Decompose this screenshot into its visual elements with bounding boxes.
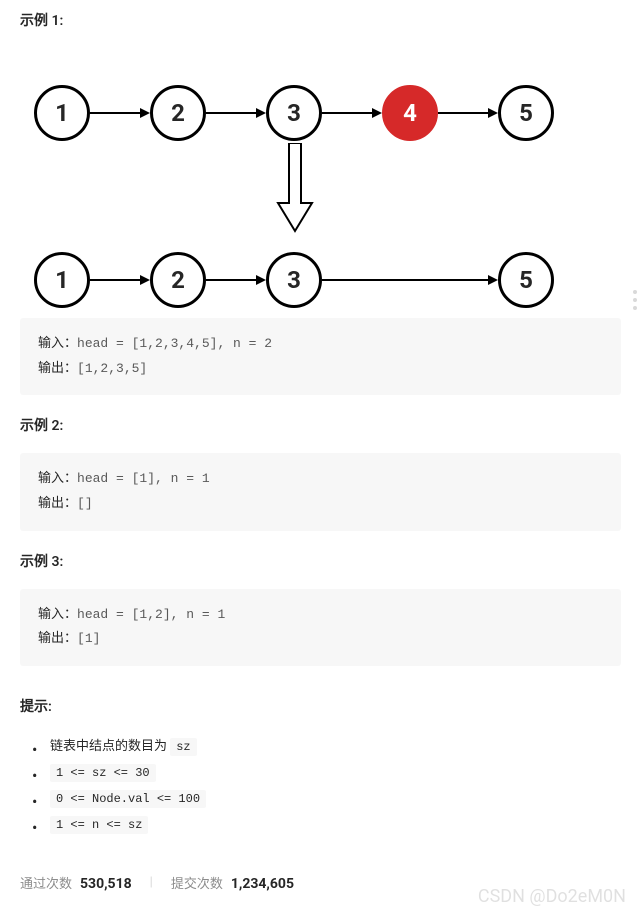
input-label: 输入： [38, 336, 77, 351]
node-2-top: 2 [150, 85, 206, 141]
input-value: head = [1,2], n = 1 [77, 607, 225, 622]
arrow-right-icon [206, 268, 266, 292]
node-2-bottom: 2 [150, 252, 206, 308]
hints-list: 链表中结点的数目为 sz 1 <= sz <= 30 0 <= Node.val… [20, 734, 621, 838]
pass-count: 通过次数 530,518 [20, 873, 132, 892]
example-1-code: 输入：head = [1,2,3,4,5], n = 2 输出：[1,2,3,5… [20, 318, 621, 395]
hint-item: 1 <= n <= sz [50, 812, 621, 838]
input-label: 输入： [38, 471, 77, 486]
node-1-bottom: 1 [34, 252, 90, 308]
submit-count: 提交次数 1,234,605 [171, 873, 294, 892]
output-label: 输出： [38, 361, 77, 376]
arrow-right-icon [90, 268, 150, 292]
hint-item: 1 <= sz <= 30 [50, 760, 621, 786]
hint-item: 链表中结点的数目为 sz [50, 734, 621, 760]
pass-value: 530,518 [80, 876, 132, 892]
output-label: 输出： [38, 496, 77, 511]
example-2-code: 输入：head = [1], n = 1 输出：[] [20, 453, 621, 530]
output-value: [] [77, 496, 93, 511]
example-2-title: 示例 2: [20, 415, 621, 435]
example-3-title: 示例 3: [20, 551, 621, 571]
output-label: 输出： [38, 631, 77, 646]
node-3-bottom: 3 [266, 252, 322, 308]
node-3-top: 3 [266, 85, 322, 141]
node-1-top: 1 [34, 85, 90, 141]
divider: | [150, 875, 153, 890]
linked-list-diagram: 1 2 3 4 5 1 2 3 5 [20, 48, 620, 318]
submit-value: 1,234,605 [231, 876, 294, 892]
output-value: [1] [77, 631, 100, 646]
node-5-bottom: 5 [498, 252, 554, 308]
submit-label: 提交次数 [171, 873, 223, 892]
node-4-top-highlighted: 4 [382, 85, 438, 141]
output-value: [1,2,3,5] [77, 361, 147, 376]
arrow-right-icon [438, 101, 498, 125]
input-value: head = [1], n = 1 [77, 471, 210, 486]
hints-title: 提示: [20, 696, 621, 716]
example-3-code: 输入：head = [1,2], n = 1 输出：[1] [20, 589, 621, 666]
input-value: head = [1,2,3,4,5], n = 2 [77, 336, 272, 351]
arrow-right-icon [90, 101, 150, 125]
hint-item: 0 <= Node.val <= 100 [50, 786, 621, 812]
arrow-right-long-icon [322, 268, 498, 292]
arrow-down-icon [275, 143, 315, 233]
drag-handle-icon[interactable] [633, 290, 637, 314]
node-5-top: 5 [498, 85, 554, 141]
stats-bar: 通过次数 530,518 | 提交次数 1,234,605 [20, 873, 621, 892]
input-label: 输入： [38, 607, 77, 622]
arrow-right-icon [206, 101, 266, 125]
example-1-title: 示例 1: [20, 10, 621, 30]
arrow-right-icon [322, 101, 382, 125]
pass-label: 通过次数 [20, 873, 72, 892]
